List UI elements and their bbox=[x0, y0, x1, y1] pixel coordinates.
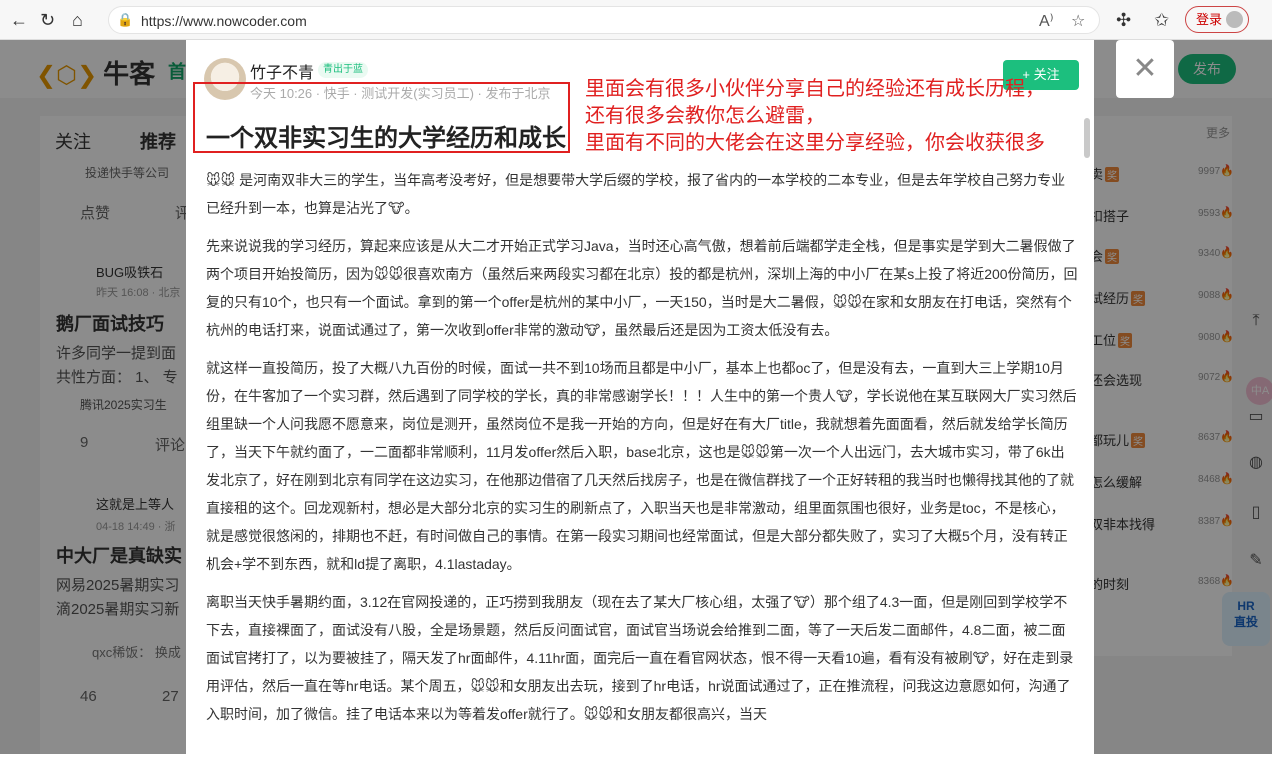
post-body: 🐭🐭 是河南双非大三的学生，当年高考没考好，但是想要带大学后缀的学校，报了省内的… bbox=[206, 166, 1078, 738]
login-label: 登录 bbox=[1196, 12, 1223, 27]
extensions-icon[interactable]: ✣ bbox=[1116, 10, 1131, 30]
read-aloud-icon[interactable]: A⁾ bbox=[1039, 11, 1054, 31]
red-annotation: 里面会有很多小伙伴分享自己的经验还有成长历程， 还有很多会教你怎么避雷， 里面有… bbox=[585, 78, 1045, 154]
lock-icon: 🔒 bbox=[117, 12, 134, 27]
post-paragraph: 先来说说我的学习经历，算起来应该是从大二才开始正式学习Java，当时还心高气傲，… bbox=[206, 238, 1078, 338]
post-paragraph: 🐭🐭 是河南双非大三的学生，当年高考没考好，但是想要带大学后缀的学校，报了省内的… bbox=[206, 172, 1066, 216]
home-icon[interactable]: ⌂ bbox=[72, 10, 83, 30]
favorite-star-icon[interactable]: ☆ bbox=[1071, 11, 1085, 31]
login-button[interactable]: 登录 bbox=[1185, 6, 1249, 33]
post-paragraph: 就这样一直投简历，投了大概八九百份的时候，面试一共不到10场而且都是中小厂，基本… bbox=[206, 360, 1077, 572]
profile-icon bbox=[1226, 11, 1243, 28]
scrollbar[interactable] bbox=[1084, 118, 1090, 158]
back-icon[interactable]: ← bbox=[10, 10, 28, 30]
author-level-badge: 青出于蓝 bbox=[318, 62, 368, 78]
post-modal: 竹子不青 青出于蓝 今天 10:26 · 快手 · 测试开发(实习员工) · 发… bbox=[186, 40, 1094, 754]
post-author[interactable]: 竹子不青 bbox=[250, 59, 314, 83]
address-bar[interactable]: 🔒 https://www.nowcoder.com A⁾ ☆ bbox=[108, 6, 1100, 34]
browser-toolbar: ← ↻ ⌂ 🔒 https://www.nowcoder.com A⁾ ☆ ✣ … bbox=[0, 0, 1272, 40]
close-icon[interactable]: ✕ bbox=[1116, 40, 1174, 98]
post-paragraph: 离职当天快手暑期约面，3.12在官网投递的，正巧捞到我朋友（现在去了某大厂核心组… bbox=[206, 594, 1074, 722]
favorites-icon[interactable]: ✩ bbox=[1154, 10, 1169, 30]
refresh-icon[interactable]: ↻ bbox=[40, 10, 55, 30]
url-text[interactable]: https://www.nowcoder.com bbox=[141, 13, 307, 29]
post-title: 一个双非实习生的大学经历和成长 bbox=[206, 125, 566, 152]
